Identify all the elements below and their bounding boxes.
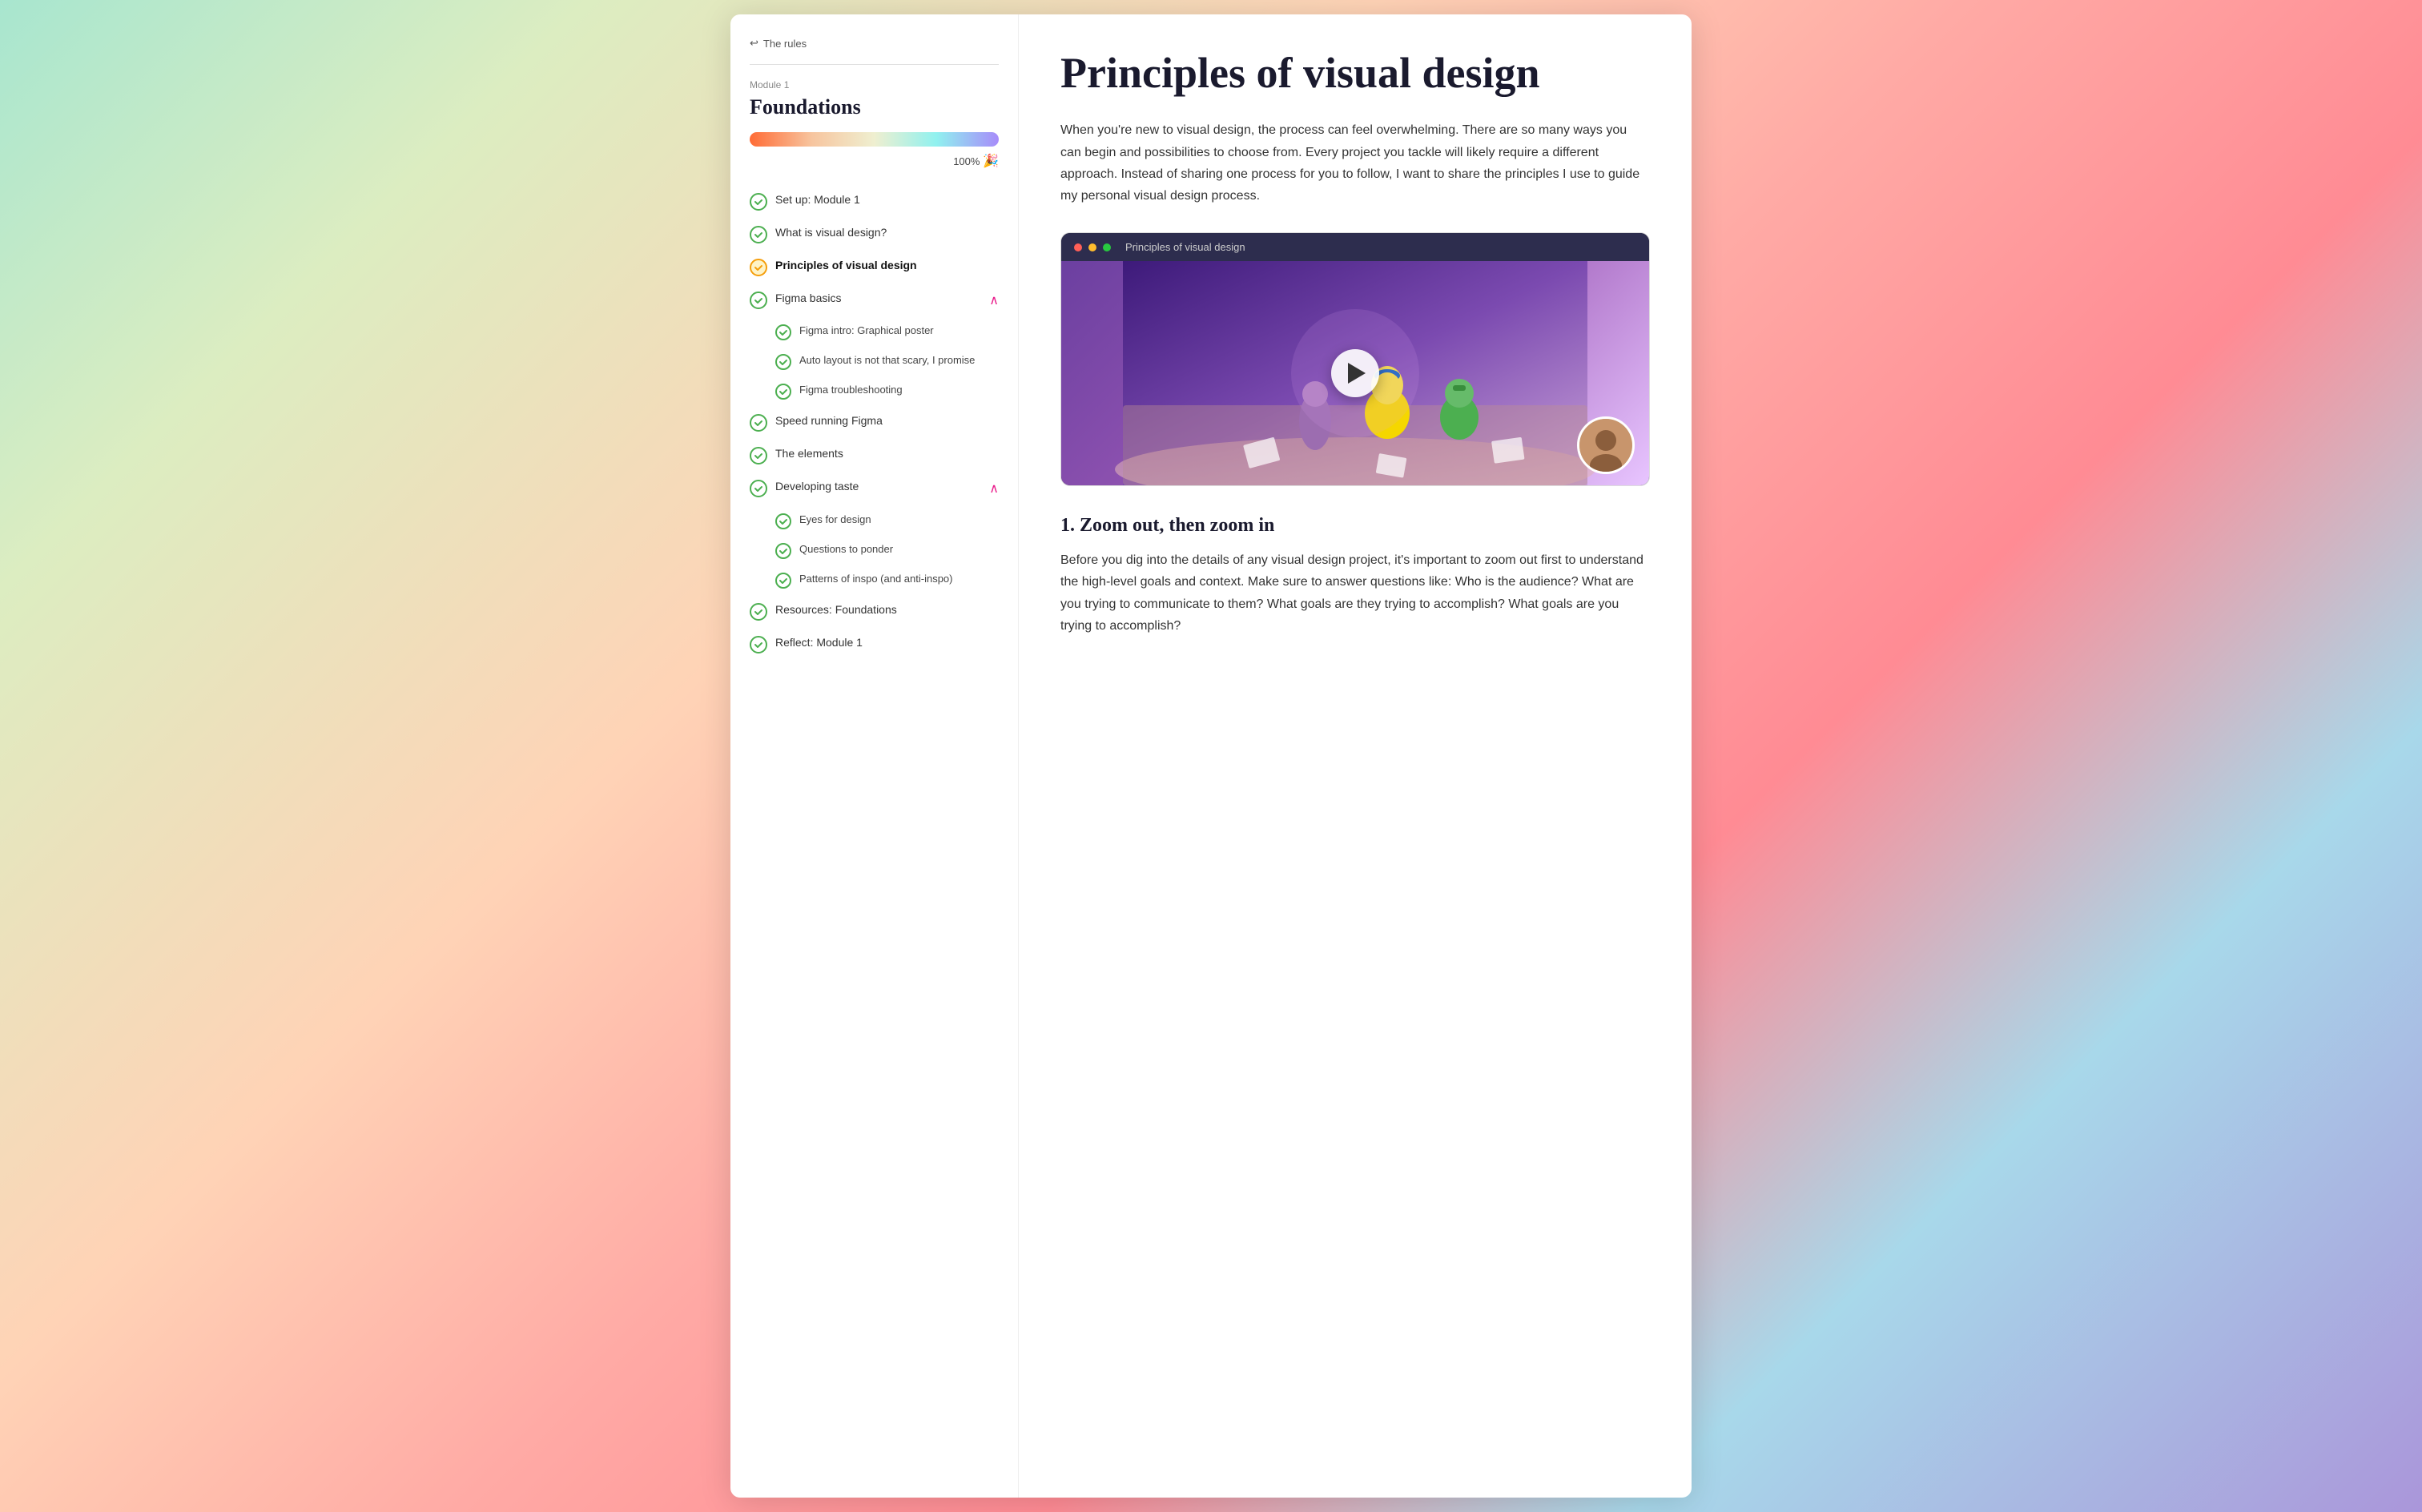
nav-item-speed-running[interactable]: Speed running Figma	[750, 406, 999, 439]
check-icon-patterns	[775, 573, 791, 589]
subnav-figma-intro-label: Figma intro: Graphical poster	[799, 324, 934, 338]
instructor-avatar	[1577, 416, 1635, 474]
subnav-figma: Figma intro: Graphical poster Auto layou…	[775, 317, 999, 406]
check-icon-speed-running	[750, 414, 767, 432]
subnav-patterns-label: Patterns of inspo (and anti-inspo)	[799, 572, 953, 586]
nav-item-what-is[interactable]: What is visual design?	[750, 218, 999, 251]
page-title: Principles of visual design	[1060, 50, 1650, 97]
video-title: Principles of visual design	[1125, 241, 1245, 253]
main-content: Principles of visual design When you're …	[1019, 14, 1692, 1498]
subnav-patterns[interactable]: Patterns of inspo (and anti-inspo)	[775, 565, 999, 595]
subnav-figma-troubleshoot-label: Figma troubleshooting	[799, 383, 903, 397]
check-icon-elements	[750, 447, 767, 464]
back-link[interactable]: ↩ The rules	[750, 37, 999, 50]
check-icon-auto-layout	[775, 354, 791, 370]
subnav-questions[interactable]: Questions to ponder	[775, 536, 999, 565]
back-arrow-icon: ↩	[750, 37, 758, 50]
video-header: Principles of visual design	[1061, 233, 1649, 261]
subnav-auto-layout[interactable]: Auto layout is not that scary, I promise	[775, 347, 999, 376]
nav-item-developing-taste[interactable]: Developing taste ∧	[750, 472, 999, 505]
check-icon-eyes	[775, 513, 791, 529]
subnav-figma-intro[interactable]: Figma intro: Graphical poster	[775, 317, 999, 347]
nav-item-principles[interactable]: Principles of visual design	[750, 251, 999, 284]
back-link-label: The rules	[763, 38, 807, 50]
play-button[interactable]	[1331, 349, 1379, 397]
module-title: Foundations	[750, 95, 999, 119]
check-icon-what-is	[750, 226, 767, 243]
nav-item-figma-basics[interactable]: Figma basics ∧	[750, 284, 999, 317]
chevron-up-icon-figma[interactable]: ∧	[989, 292, 999, 310]
nav-item-speed-running-label: Speed running Figma	[775, 413, 999, 429]
nav-list: Set up: Module 1 What is visual design? …	[750, 185, 999, 661]
check-icon-figma-intro	[775, 324, 791, 340]
video-dot-yellow	[1088, 243, 1096, 251]
progress-bar	[750, 132, 999, 147]
video-dot-red	[1074, 243, 1082, 251]
subnav-eyes-for-design[interactable]: Eyes for design	[775, 506, 999, 536]
intro-text: When you're new to visual design, the pr…	[1060, 119, 1650, 207]
section-1-heading: 1. Zoom out, then zoom in	[1060, 515, 1650, 537]
nav-item-resources-label: Resources: Foundations	[775, 602, 999, 618]
check-icon-setup	[750, 193, 767, 211]
nav-item-elements-label: The elements	[775, 446, 999, 462]
check-icon-reflect	[750, 636, 767, 653]
subnav-eyes-label: Eyes for design	[799, 513, 871, 527]
avatar-svg	[1579, 419, 1632, 472]
nav-item-elements[interactable]: The elements	[750, 439, 999, 472]
nav-item-setup[interactable]: Set up: Module 1	[750, 185, 999, 218]
chevron-up-icon-taste[interactable]: ∧	[989, 481, 999, 498]
subnav-taste: Eyes for design Questions to ponder Patt…	[775, 506, 999, 595]
subnav-questions-label: Questions to ponder	[799, 542, 893, 557]
video-container: Principles of visual design	[1060, 232, 1650, 486]
check-icon-resources	[750, 603, 767, 621]
party-emoji: 🎉	[983, 155, 999, 168]
check-icon-principles	[750, 259, 767, 276]
module-label: Module 1	[750, 79, 999, 90]
check-icon-questions	[775, 543, 791, 559]
subnav-figma-troubleshoot[interactable]: Figma troubleshooting	[775, 376, 999, 406]
nav-item-reflect[interactable]: Reflect: Module 1	[750, 628, 999, 661]
video-body	[1061, 261, 1649, 485]
progress-percent: 100%	[953, 155, 980, 167]
nav-item-what-is-label: What is visual design?	[775, 225, 999, 241]
nav-item-developing-taste-label: Developing taste	[775, 479, 981, 495]
nav-item-reflect-label: Reflect: Module 1	[775, 635, 999, 651]
video-dot-green	[1103, 243, 1111, 251]
progress-label: 100% 🎉	[750, 153, 999, 169]
nav-item-resources[interactable]: Resources: Foundations	[750, 595, 999, 628]
section-1-text: Before you dig into the details of any v…	[1060, 549, 1650, 637]
check-icon-developing-taste	[750, 480, 767, 497]
subnav-auto-layout-label: Auto layout is not that scary, I promise	[799, 353, 975, 368]
sidebar: ↩ The rules Module 1 Foundations 100% 🎉 …	[730, 14, 1019, 1498]
check-icon-figma-basics	[750, 292, 767, 309]
nav-item-setup-label: Set up: Module 1	[775, 192, 999, 208]
sidebar-divider	[750, 64, 999, 65]
nav-item-figma-basics-label: Figma basics	[775, 291, 981, 307]
nav-item-principles-label: Principles of visual design	[775, 258, 999, 274]
app-container: ↩ The rules Module 1 Foundations 100% 🎉 …	[730, 14, 1692, 1498]
check-icon-figma-troubleshoot	[775, 384, 791, 400]
